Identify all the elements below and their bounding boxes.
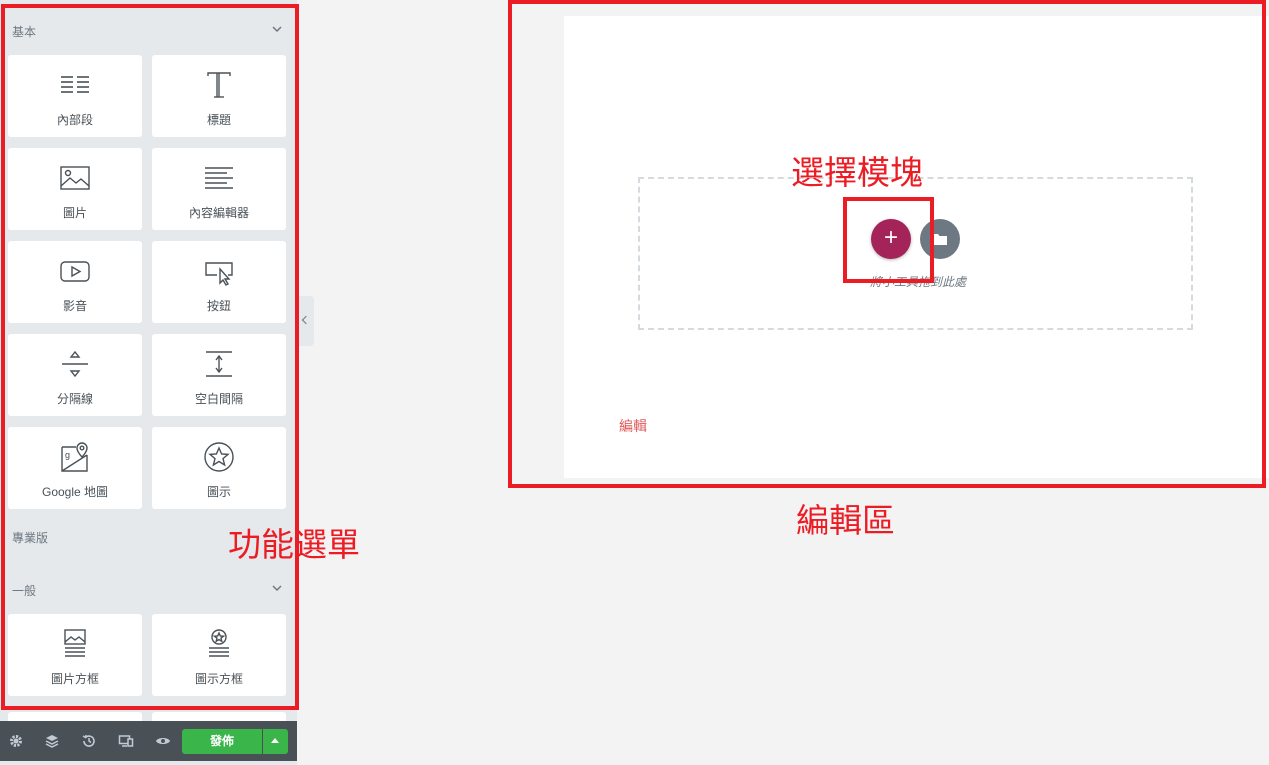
panel-collapse-handle[interactable] (298, 296, 314, 346)
annotation-box-menu (1, 4, 299, 710)
annotation-label-menu: 功能選單 (228, 526, 360, 563)
annotation-label-select: 選擇模塊 (791, 154, 923, 191)
preview-icon[interactable] (155, 733, 171, 749)
responsive-icon[interactable] (118, 733, 134, 749)
navigator-icon[interactable] (44, 733, 60, 749)
annotation-label-editor: 編輯區 (796, 502, 895, 539)
publish-options-button[interactable] (263, 729, 288, 754)
annotation-box-select (843, 197, 934, 283)
publish-button[interactable]: 發佈 (182, 729, 262, 754)
history-icon[interactable] (81, 733, 97, 749)
settings-icon[interactable] (8, 733, 24, 749)
